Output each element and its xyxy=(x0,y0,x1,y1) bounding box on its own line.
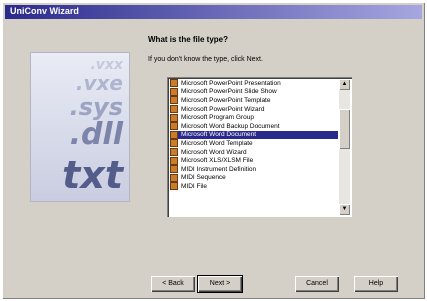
file-type-label: Microsoft Word Template xyxy=(181,139,253,147)
file-type-item[interactable]: Microsoft PowerPoint Wizard xyxy=(170,105,338,114)
file-icon xyxy=(170,87,178,96)
file-icon xyxy=(170,105,178,114)
file-type-label: MIDI Sequence xyxy=(181,174,226,182)
scroll-down-arrow-icon[interactable]: ▼ xyxy=(339,204,350,215)
file-icon xyxy=(170,156,178,165)
file-icon xyxy=(170,165,178,174)
file-type-item[interactable]: Microsoft PowerPoint Presentation xyxy=(170,79,338,88)
file-type-item[interactable]: MIDI Instrument Definition xyxy=(170,165,338,174)
file-type-label: Microsoft PowerPoint Slide Show xyxy=(181,88,277,96)
title-bar[interactable]: UniConv Wizard xyxy=(5,5,422,19)
instruction-text: If you don't know the type, click Next. xyxy=(148,56,263,63)
file-icon xyxy=(170,96,178,105)
file-icon xyxy=(170,148,178,157)
help-button[interactable]: Help xyxy=(354,276,398,292)
file-type-label: MIDI Instrument Definition xyxy=(181,165,257,173)
art-extension: .vxe xyxy=(75,71,123,95)
art-extension: .dll xyxy=(69,117,123,152)
file-type-item[interactable]: Microsoft PowerPoint Template xyxy=(170,96,338,105)
file-type-label: Microsoft Program Group xyxy=(181,114,254,122)
back-button[interactable]: < Back xyxy=(151,276,195,292)
file-icon xyxy=(170,139,178,148)
page-heading: What is the file type? xyxy=(148,35,229,44)
file-type-label: Microsoft Word Backup Document xyxy=(181,122,280,130)
file-icon xyxy=(170,130,178,139)
file-type-label: MIDI File xyxy=(181,182,207,190)
cancel-button[interactable]: Cancel xyxy=(295,276,339,292)
file-type-label: Microsoft PowerPoint Template xyxy=(181,96,271,104)
listbox-scrollbar[interactable]: ▲ ▼ xyxy=(339,79,350,215)
scroll-up-arrow-icon[interactable]: ▲ xyxy=(339,79,350,90)
wizard-window: UniConv Wizard .vxx .vxe .sys .dll txt W… xyxy=(2,2,425,299)
file-icon xyxy=(170,122,178,131)
next-button[interactable]: Next > xyxy=(198,276,242,292)
file-type-label: Microsoft Word Document xyxy=(181,131,257,139)
file-icon xyxy=(170,113,178,122)
file-type-label: Microsoft PowerPoint Wizard xyxy=(181,105,265,113)
file-icon xyxy=(170,79,178,88)
file-type-listbox[interactable]: Microsoft PowerPoint Presentation Microso… xyxy=(167,77,352,217)
file-icon xyxy=(170,173,178,182)
art-extension: txt xyxy=(62,153,123,197)
file-type-item[interactable]: Microsoft Word Backup Document xyxy=(170,122,338,131)
file-type-item[interactable]: Microsoft XLS/XLSM File xyxy=(170,156,338,165)
file-icon xyxy=(170,182,178,191)
file-type-item[interactable]: MIDI File xyxy=(170,182,338,191)
scroll-thumb[interactable] xyxy=(339,109,350,149)
file-type-list: Microsoft PowerPoint Presentation Microso… xyxy=(170,79,338,191)
file-type-item[interactable]: Microsoft Program Group xyxy=(170,113,338,122)
file-type-item[interactable]: Microsoft Word Document xyxy=(170,130,338,140)
file-type-item[interactable]: MIDI Sequence xyxy=(170,173,338,183)
file-type-item[interactable]: Microsoft PowerPoint Slide Show xyxy=(170,87,338,97)
file-type-label: Microsoft Word Wizard xyxy=(181,148,247,156)
file-type-label: Microsoft XLS/XLSM File xyxy=(181,157,254,165)
wizard-art-panel: .vxx .vxe .sys .dll txt xyxy=(30,52,130,202)
file-type-label: Microsoft PowerPoint Presentation xyxy=(181,79,281,87)
file-type-item[interactable]: Microsoft Word Wizard xyxy=(170,148,338,157)
file-type-item[interactable]: Microsoft Word Template xyxy=(170,139,338,148)
window-title: UniConv Wizard xyxy=(10,6,79,16)
